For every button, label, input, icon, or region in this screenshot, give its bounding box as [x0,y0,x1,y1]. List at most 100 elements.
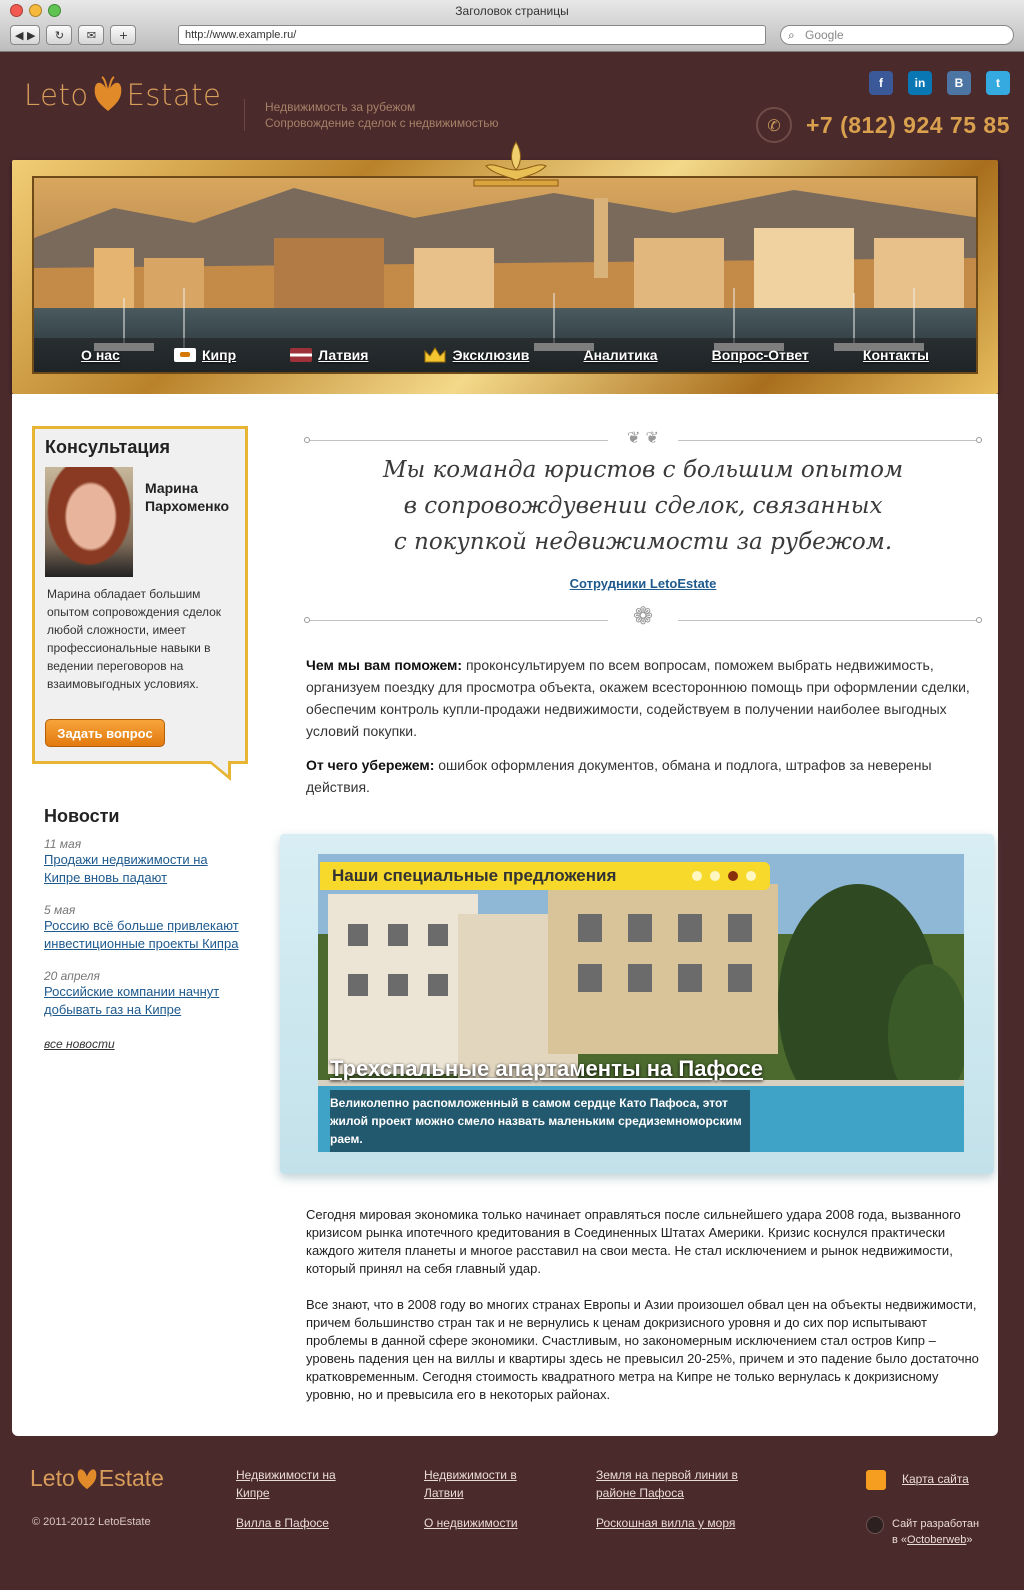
quote-line-2: в сопровождувении сделок, связанных [403,493,883,519]
site-logo[interactable]: Leto Estate [24,75,221,115]
developer-text: Сайт разработан [892,1518,980,1530]
logo-text-right: Estate [98,1464,164,1491]
reload-button[interactable]: ↻ [46,25,73,45]
slider-dot[interactable] [728,871,738,881]
bookmark-button[interactable]: ✉ [78,25,105,45]
content-card: Консультация Марина Пархоменко Марина об… [12,394,998,1436]
divider-dot [304,437,310,443]
back-forward-button[interactable]: ◀ ▶ [10,25,41,45]
footer-link[interactable]: О недвижимости [424,1514,544,1532]
menu-item-faq[interactable]: Вопрос-Ответ [712,347,809,363]
footer-link[interactable]: Роскошная вилла у моря [596,1514,756,1532]
new-tab-button[interactable]: + [110,25,137,45]
consultant-last-name: Пархоменко [145,498,229,514]
menu-item-contacts[interactable]: Контакты [863,347,929,363]
menu-item-label: О нас [81,347,120,363]
menu-item-about[interactable]: О нас [81,347,120,363]
slider-dot[interactable] [710,871,720,881]
linkedin-icon[interactable]: in [908,71,932,95]
address-bar[interactable]: http://www.example.ru/ [178,25,766,45]
menu-item-cyprus[interactable]: Кипр [173,347,237,363]
menu-item-exclusive[interactable]: Эксклюзив [423,346,530,364]
sitemap-link[interactable]: Карта сайта [902,1472,969,1486]
cyprus-flag-icon [173,348,196,362]
twitter-icon[interactable]: t [986,71,1010,95]
article-paragraph: Все знают, что в 2008 году во многих стр… [306,1297,979,1402]
ornament-icon: ❦ ❦ [608,428,678,450]
menu-item-label: Вопрос-Ответ [711,347,809,363]
logo-text-left: Leto [30,1464,75,1491]
window-title: Заголовок страницы [455,4,569,18]
offer-description: Великолепно распомложенный в самом сердц… [330,1090,750,1152]
help-text: Чем мы вам поможем: проконсультируем по … [306,654,982,810]
news-block: Новости 11 мая Продажи недвижимости на К… [44,806,244,1053]
phone-icon: ✆ [755,107,792,143]
special-offers-slider: Наши специальные предложения Трехспальны… [280,834,994,1174]
quote-line-3: с покупкой недвижимости за рубежом. [393,529,893,555]
offers-header-strip: Наши специальные предложения [320,862,770,890]
all-news-link[interactable]: все новости [44,1035,244,1053]
main-menu: О нас Кипр Латвия Эксклюзив Аналитика Во… [34,338,976,372]
menu-item-label: Кипр [201,347,237,363]
footer-column-1: Недвижимости на Кипре Вилла в Пафосе [236,1466,366,1544]
developer-logo-icon [866,1516,884,1534]
protect-paragraph: От чего убережем: ошибок оформления доку… [306,754,982,798]
developer-credit: Сайт разработан в «Octoberweb» [892,1516,979,1548]
footer-link[interactable]: Земля на первой линии в районе Пафоса [596,1466,756,1502]
slider-dot[interactable] [746,871,756,881]
menu-item-label: Эксклюзив [452,347,530,363]
developer-link[interactable]: Octoberweb [907,1534,966,1546]
menu-item-label: Латвия [318,347,369,363]
article-text: Сегодня мировая экономика только начинае… [306,1206,982,1422]
divider-dot [976,617,982,623]
tagline-line-2: Сопровождение сделок с недвижимостью [265,116,499,130]
phone-number[interactable]: +7 (812) 924 75 85 [806,112,1010,139]
footer-link[interactable]: Недвижимости на Кипре [236,1466,366,1502]
search-field[interactable]: ⌕ Google [780,25,1014,45]
search-icon: ⌕ [788,28,795,42]
logo-text-right: Estate [126,78,222,112]
browser-nav: ◀ ▶ ↻ ✉ + [10,25,137,45]
menu-item-latvia[interactable]: Латвия [290,347,368,363]
consultant-first-name: Марина [145,480,199,496]
footer-logo[interactable]: Leto Estate [30,1464,164,1492]
vkontakte-icon[interactable]: B [947,71,971,95]
article-paragraph: Сегодня мировая экономика только начинае… [306,1207,961,1276]
banner-photo: О нас Кипр Латвия Эксклюзив Аналитика Во… [32,176,978,374]
footer-link[interactable]: Вилла в Пафосе [236,1514,366,1532]
divider-dot [304,617,310,623]
hero-banner: О нас Кипр Латвия Эксклюзив Аналитика Во… [12,141,998,394]
offer-title-link[interactable]: Трехспальные апартаменты на Пафосе [330,1056,763,1082]
footer-link[interactable]: Недвижимости в Латвии [424,1466,544,1502]
ornament-divider-top: ❦ ❦ [304,428,982,450]
browser-chrome: Заголовок страницы ◀ ▶ ↻ ✉ + http://www.… [0,0,1024,52]
staff-link[interactable]: Сотрудники LetoEstate [304,576,982,591]
team-quote: Мы команда юристов с большим опытом в со… [304,452,982,560]
news-link[interactable]: Продажи недвижимости на Кипре вновь пада… [44,851,244,887]
facebook-icon[interactable]: f [869,71,893,95]
rss-icon[interactable] [866,1470,886,1490]
copyright: © 2011-2012 LetoEstate [32,1516,151,1528]
help-label: Чем мы вам поможем: [306,657,463,673]
offers-title: Наши специальные предложения [332,866,617,885]
news-link[interactable]: Российские компании начнут добывать газ … [44,983,244,1019]
menu-item-label: Контакты [862,347,929,363]
news-title: Новости [44,806,120,826]
ask-question-button[interactable]: Задать вопрос [45,719,165,747]
quote-line-1: Мы команда юристов с большим опытом [382,457,904,483]
logo-text-left: Leto [24,78,89,112]
slider-dot[interactable] [692,871,702,881]
fleur-de-lis-crest-icon [473,141,559,187]
slider-pagination [692,871,756,881]
news-date: 5 мая [44,903,76,917]
news-link[interactable]: Россию всё больше привлекают инвестицион… [44,917,244,953]
tagline-line-1: Недвижимость за рубежом [265,100,416,114]
menu-item-analytics[interactable]: Аналитика [583,347,657,363]
footer-column-3: Земля на первой линии в районе Пафоса Ро… [596,1466,756,1544]
help-paragraph: Чем мы вам поможем: проконсультируем по … [306,654,982,742]
butterfly-logo-icon [77,1469,97,1490]
consultation-title: Консультация [45,437,171,457]
site-footer: Leto Estate © 2011-2012 LetoEstate Недви… [0,1436,1024,1590]
ornament-divider-middle: ❁ [304,602,982,630]
news-date: 11 мая [44,837,82,851]
